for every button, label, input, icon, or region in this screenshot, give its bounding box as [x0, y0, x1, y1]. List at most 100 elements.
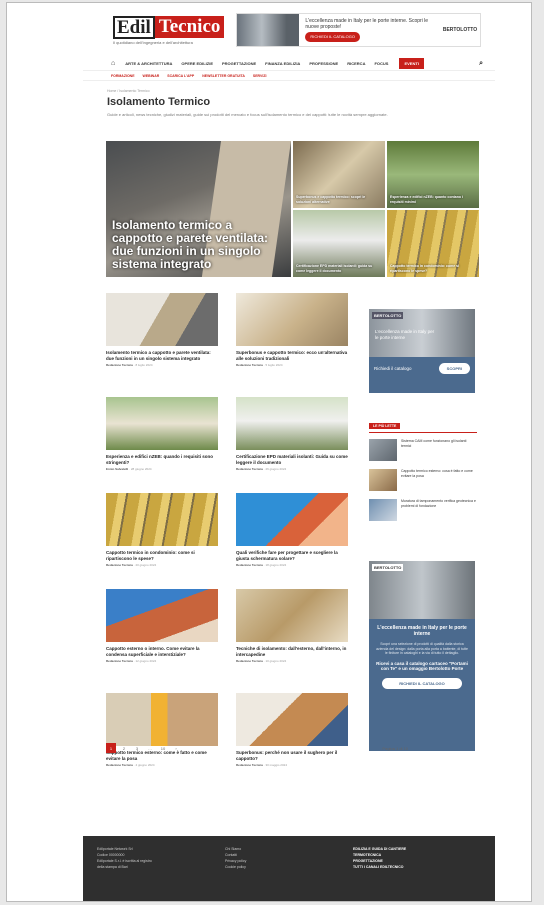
page: Edil Tecnico Il quotidiano dell'ingegner… [83, 3, 495, 901]
most-read-item[interactable]: Cappotto termico esterno: cosa è fatto e… [369, 469, 477, 491]
article-author: Redazione Tecnica [106, 659, 133, 663]
home-icon[interactable]: ⌂ [111, 60, 115, 67]
article-thumb [106, 397, 218, 450]
ad-scopri-button[interactable]: SCOPRI [438, 363, 470, 374]
article-title[interactable]: Superbonus e cappotto termico: ecco un'a… [236, 350, 348, 361]
most-read-title[interactable]: Cappotto termico esterno: cosa è fatto e… [401, 469, 477, 491]
most-read-title[interactable]: Sistema CAM come funzionano gli isolanti… [401, 439, 477, 461]
article-author: Redazione Tecnica [106, 363, 133, 367]
pagination: 1 2 3 … 10 › Pagina 1 di 10 [106, 743, 478, 753]
article-card[interactable]: Esperienza e edifici nZEB: quando i requ… [106, 397, 218, 471]
article-date: 12 giugno 2024 [135, 659, 157, 663]
article-card[interactable]: Superbonus: perché non usare il sughero … [236, 693, 348, 767]
subnav-item[interactable]: SCARICA L'APP [167, 74, 194, 78]
site-footer: Edilportale Network Srl Codice 00000000 … [83, 836, 495, 901]
hero-main-article[interactable]: Isolamento termico a cappotto e parete v… [106, 141, 291, 277]
hero-tile-title: Esperienza e edifici nZEB: quanto contan… [390, 195, 463, 204]
subnav-item[interactable]: WEBINAR [143, 74, 160, 78]
article-date: 30 maggio 2024 [265, 763, 287, 767]
logo-edil: Edil [113, 15, 155, 39]
article-title[interactable]: Esperienza e edifici nZEB: quando i requ… [106, 454, 218, 465]
nav-item[interactable]: FOCUS [374, 61, 388, 66]
article-title[interactable]: Quali verifiche fare per progettare e sc… [236, 550, 348, 561]
article-thumb [106, 293, 218, 346]
article-title[interactable]: Certificazione EPD materiali isolanti: G… [236, 454, 348, 465]
ad-brand: BERTOLOTTO [372, 312, 404, 319]
next-page-icon[interactable]: › [171, 743, 181, 753]
footer-link[interactable]: TUTTI I CANALI EDILTECNICO [353, 865, 404, 869]
nav-item[interactable]: PROFESSIONE [309, 61, 338, 66]
article-title[interactable]: Cappotto esterno o interno. Come evitare… [106, 646, 218, 657]
article-thumb [236, 493, 348, 546]
footer-link[interactable]: Cookie policy [225, 864, 353, 870]
article-title[interactable]: Isolamento termico a cappotto e parete v… [106, 350, 218, 361]
banner-button[interactable]: RICHIEDI IL CATALOGO [305, 32, 360, 42]
most-read-item[interactable]: Muratura di tamponamento verifica geotec… [369, 499, 477, 521]
page-button-active[interactable]: 1 [106, 743, 116, 753]
article-date: 4 giugno 2024 [135, 763, 155, 767]
article-card[interactable]: Cappotto termico in condominio: come si … [106, 493, 218, 567]
page-button[interactable]: 2 [119, 743, 129, 753]
nav-item[interactable]: PROGETTAZIONE [222, 61, 256, 66]
hero-tile[interactable]: Esperienza e edifici nZEB: quanto contan… [387, 141, 479, 208]
site-header: Edil Tecnico Il quotidiano dell'ingegner… [83, 3, 495, 49]
footer-link[interactable]: TERMOTECNICA [353, 853, 381, 857]
article-card[interactable]: Tecniche di isolamento: dall'esterno, da… [236, 589, 348, 663]
article-date: 28 giugno 2024 [130, 467, 152, 471]
article-date: 5 luglio 2024 [265, 363, 283, 367]
article-card[interactable]: Superbonus e cappotto termico: ecco un'a… [236, 293, 348, 367]
article-author: Redazione Tecnica [236, 659, 263, 663]
subnav-item[interactable]: SERVIZI [253, 74, 267, 78]
hero-tile[interactable]: Certificazione EPD materiali isolanti: g… [293, 210, 385, 277]
article-author: Redazione Tecnica [236, 363, 263, 367]
article-author: Ennio Salvatelli [106, 467, 129, 471]
hero-grid: Isolamento termico a cappotto e parete v… [106, 141, 479, 277]
nav-item[interactable]: ARTE & ARCHITETTURA [125, 61, 172, 66]
most-read-thumb [369, 469, 397, 491]
article-card[interactable]: Cappotto termico esterno: come è fatto e… [106, 693, 218, 767]
article-card[interactable]: Isolamento termico a cappotto e parete v… [106, 293, 218, 367]
article-author: Redazione Tecnica [236, 467, 263, 471]
footer-text: della stampa di Bari [97, 865, 128, 869]
header-banner-ad[interactable]: L'eccellenza made in Italy per le porte … [236, 13, 481, 47]
article-title[interactable]: Cappotto termico in condominio: come si … [106, 550, 218, 561]
ad-catalog-button[interactable]: RICHIEDI IL CATALOGO [382, 677, 462, 689]
sub-nav: FORMAZIONE WEBINAR SCARICA L'APP NEWSLET… [83, 71, 495, 81]
article-card[interactable]: Quali verifiche fare per progettare e sc… [236, 493, 348, 567]
sidebar-ad-bottom[interactable]: BERTOLOTTO L'eccellenza made in Italy pe… [369, 561, 475, 751]
footer-link[interactable]: EDILIZIA E GUIDA DI CANTIERE [353, 847, 406, 851]
logo-tagline: Il quotidiano dell'ingegneria e dell'arc… [113, 39, 193, 45]
nav-item-eventi[interactable]: EVENTI [399, 58, 424, 69]
nav-item[interactable]: OPERE EDILIZIE [181, 61, 213, 66]
page-button[interactable]: 10 [158, 743, 168, 753]
most-read-item[interactable]: Sistema CAM come funzionano gli isolanti… [369, 439, 477, 461]
ad-heading: L'eccellenza made in Italy per le porte … [377, 625, 467, 637]
main-nav: ⌂ ARTE & ARCHITETTURA OPERE EDILIZIE PRO… [83, 57, 495, 71]
page-intro: Guide e articoli, news tecniche, giudizi… [107, 112, 388, 117]
article-card[interactable]: Cappotto esterno o interno. Come evitare… [106, 589, 218, 663]
hero-tile[interactable]: Cappotto termico in condominio: come si … [387, 210, 479, 277]
article-title[interactable]: Tecniche di isolamento: dall'esterno, da… [236, 646, 348, 657]
sidebar-ad-top[interactable]: BERTOLOTTO L'eccellenza made in Italy pe… [369, 309, 475, 393]
subnav-item[interactable]: NEWSLETTER GRATUITA [202, 74, 245, 78]
most-read-title[interactable]: Muratura di tamponamento verifica geotec… [401, 499, 477, 521]
article-thumb [236, 397, 348, 450]
hero-tile[interactable]: Superbonus e cappotto termico: scopri le… [293, 141, 385, 208]
ad-offer: Ricevi a casa il catalogo cartaceo "Port… [376, 660, 468, 672]
article-date: 10 giugno 2024 [265, 659, 287, 663]
site-logo[interactable]: Edil Tecnico Il quotidiano dell'ingegner… [113, 15, 225, 45]
breadcrumb[interactable]: Home / Isolamento Termico [107, 89, 495, 93]
hero-tile-title: Cappotto termico in condominio: come si … [390, 264, 460, 273]
ad-cta-text: Richiedi il catalogo [374, 365, 412, 371]
article-thumb [236, 589, 348, 642]
subnav-item[interactable]: FORMAZIONE [111, 74, 135, 78]
page-title: Isolamento Termico [107, 96, 211, 108]
nav-item[interactable]: FINANZA EDILIZIA [265, 61, 300, 66]
page-button[interactable]: 3 [132, 743, 142, 753]
footer-link[interactable]: PROGETTAZIONE [353, 859, 383, 863]
sidebar: BERTOLOTTO L'eccellenza made in Italy pe… [369, 309, 477, 751]
search-icon[interactable]: ⌕ [479, 60, 483, 68]
ad-text: L'eccellenza made in Italy per le porte … [375, 329, 435, 340]
nav-item[interactable]: RICERCA [347, 61, 365, 66]
article-card[interactable]: Certificazione EPD materiali isolanti: G… [236, 397, 348, 471]
